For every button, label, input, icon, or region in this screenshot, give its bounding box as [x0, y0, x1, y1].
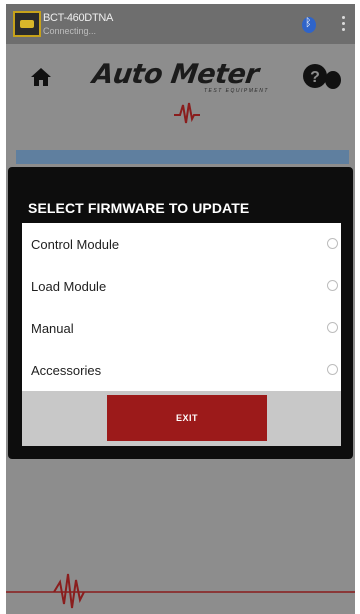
background-banner: [16, 150, 349, 164]
status-bar: BCT-460DTNA Connecting...: [6, 4, 355, 44]
radio-button[interactable]: [327, 364, 338, 375]
bluetooth-icon: [302, 17, 316, 33]
dialog-title: SELECT FIRMWARE TO UPDATE: [28, 200, 250, 216]
svg-text:?: ?: [310, 69, 320, 86]
option-label: Manual: [31, 321, 74, 336]
option-load-module[interactable]: Load Module: [22, 265, 341, 307]
radio-button[interactable]: [327, 322, 338, 333]
option-label: Load Module: [31, 279, 107, 294]
logo-subtext: TEST EQUIPMENT: [204, 88, 269, 94]
option-label: Accessories: [31, 363, 102, 378]
option-manual[interactable]: Manual: [22, 307, 341, 349]
firmware-options-list: Control Module Load Module Manual Access…: [22, 223, 341, 391]
help-icon[interactable]: ?: [302, 61, 342, 91]
device-name: BCT-460DTNA: [43, 12, 114, 24]
app-screen: BCT-460DTNA Connecting... Auto Meter TES…: [6, 4, 355, 614]
option-accessories[interactable]: Accessories: [22, 349, 341, 391]
firmware-dialog: SELECT FIRMWARE TO UPDATE Control Module…: [8, 167, 353, 459]
option-control-module[interactable]: Control Module: [22, 223, 341, 265]
home-icon[interactable]: [30, 66, 52, 88]
dialog-footer: EXIT: [22, 391, 341, 446]
device-thumbnail: [13, 11, 41, 37]
option-label: Control Module: [31, 237, 120, 252]
radio-button[interactable]: [327, 238, 338, 249]
footer-pulse-graphic: [6, 573, 355, 609]
radio-button[interactable]: [327, 280, 338, 291]
logo-pulse-icon: [174, 102, 200, 124]
exit-button[interactable]: EXIT: [107, 395, 267, 441]
overflow-menu-icon[interactable]: [342, 16, 346, 34]
connection-status: Connecting...: [43, 26, 97, 36]
